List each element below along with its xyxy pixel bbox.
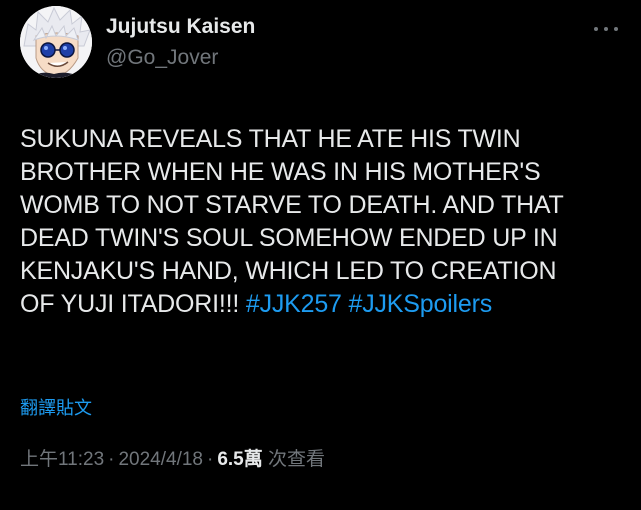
avatar[interactable] xyxy=(20,6,92,78)
tweet-text-line: SUKUNA REVEALS THAT HE ATE HIS TWIN xyxy=(20,125,521,153)
separator-dot: · xyxy=(108,449,115,470)
translate-post-link[interactable]: 翻譯貼文 xyxy=(20,394,92,420)
hashtag-link[interactable]: #JJKSpoilers xyxy=(349,290,493,318)
user-handle[interactable]: @Go_Jover xyxy=(106,44,255,72)
more-dot xyxy=(604,27,608,31)
tweet-text: SUKUNA REVEALS THAT HE ATE HIS TWIN BROT… xyxy=(20,123,625,321)
more-dot xyxy=(594,27,598,31)
tweet-text-line-last: OF YUJI ITADORI!!! #JJK257 #JJKSpoilers xyxy=(20,288,625,321)
tweet-text-line: BROTHER WHEN HE WAS IN HIS MOTHER'S xyxy=(20,158,541,186)
author-names: Jujutsu Kaisen @Go_Jover xyxy=(106,14,255,72)
tweet-meta: 上午11:23 · 2024/4/18 · 6.5萬 次查看 xyxy=(20,447,325,473)
tweet-text-line: WOMB TO NOT STARVE TO DEATH. AND THAT xyxy=(20,191,564,219)
views-label: 次查看 xyxy=(268,449,326,470)
tweet-header: Jujutsu Kaisen @Go_Jover xyxy=(20,6,621,82)
tweet: Jujutsu Kaisen @Go_Jover SUKUNA REVEALS … xyxy=(0,0,641,510)
more-options-icon[interactable] xyxy=(593,22,619,36)
display-name[interactable]: Jujutsu Kaisen xyxy=(106,14,255,40)
post-date[interactable]: 2024/4/18 xyxy=(118,449,203,470)
tweet-text-line: DEAD TWIN'S SOUL SOMEHOW ENDED UP IN xyxy=(20,224,558,252)
more-dot xyxy=(614,27,618,31)
avatar-illustration xyxy=(20,6,92,78)
hashtag-link[interactable]: #JJK257 xyxy=(246,290,342,318)
views-count: 6.5萬 xyxy=(217,449,263,470)
post-time[interactable]: 上午11:23 xyxy=(20,449,104,470)
tweet-text-fragment: OF YUJI ITADORI!!! xyxy=(20,290,246,318)
separator-dot: · xyxy=(207,449,214,470)
tweet-text-line: KENJAKU'S HAND, WHICH LED TO CREATION xyxy=(20,257,557,285)
